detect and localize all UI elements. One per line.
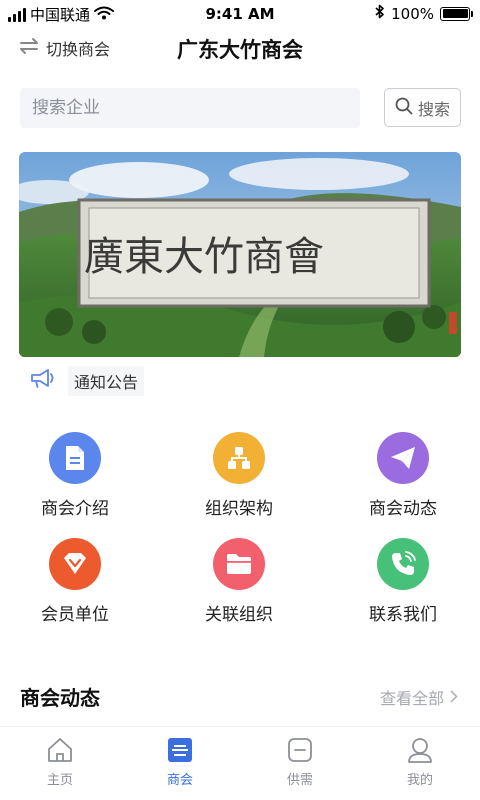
search-input[interactable] bbox=[20, 88, 360, 128]
grid-label: 商会动态 bbox=[369, 499, 437, 519]
battery-percent: 100% bbox=[391, 4, 434, 23]
banner-calligraphy: 廣東大竹商會 bbox=[84, 234, 324, 280]
swap-arrows-icon bbox=[18, 37, 40, 59]
megaphone-icon bbox=[28, 367, 58, 395]
grid-label: 商会介绍 bbox=[41, 499, 109, 519]
bluetooth-icon bbox=[375, 4, 385, 23]
grid-label: 组织架构 bbox=[205, 499, 273, 519]
chamber-icon bbox=[168, 738, 192, 762]
tab-label: 商会 bbox=[166, 773, 193, 788]
chevron-right-icon bbox=[450, 688, 458, 707]
battery-level bbox=[442, 9, 468, 18]
banner-carousel[interactable]: 廣東大竹商會 bbox=[19, 152, 461, 357]
phone-icon bbox=[392, 551, 416, 575]
folder-icon bbox=[227, 554, 251, 574]
grid-label: 联系我们 bbox=[369, 605, 437, 625]
view-all-link[interactable]: 查看全部 bbox=[380, 685, 458, 709]
banner-image: 廣東大竹商會 bbox=[19, 152, 461, 357]
grid-icon-circle bbox=[377, 432, 429, 484]
grid-icon-circle bbox=[377, 538, 429, 590]
notice-bar[interactable]: 通知公告 bbox=[28, 366, 145, 396]
supply-demand-icon bbox=[288, 738, 312, 762]
view-all-label: 查看全部 bbox=[379, 689, 444, 708]
grid-icon-circle bbox=[213, 538, 265, 590]
tab-label: 我的 bbox=[406, 773, 433, 788]
tab-bar: 主页 商会 供需 我的 bbox=[0, 726, 480, 800]
grid-item-chamber-intro[interactable]: 商会介绍 bbox=[5, 432, 145, 519]
tab-label: 供需 bbox=[286, 773, 313, 788]
org-structure-icon bbox=[228, 447, 250, 469]
header: 切换商会 广东大竹商会 bbox=[0, 28, 480, 72]
diamond-icon bbox=[64, 553, 86, 574]
tab-label: 主页 bbox=[46, 773, 73, 788]
grid-item-org-structure[interactable]: 组织架构 bbox=[169, 432, 309, 519]
search-button-label: 搜索 bbox=[417, 99, 450, 119]
paper-plane-icon bbox=[391, 447, 415, 469]
status-bar: 中国联通 9:41 AM 100% bbox=[0, 0, 480, 28]
switch-chamber-button[interactable]: 切换商会 bbox=[18, 36, 110, 60]
grid-item-member-units[interactable]: 会员单位 bbox=[5, 538, 145, 625]
tab-supply-demand[interactable]: 供需 bbox=[240, 727, 360, 800]
section-title: 商会动态 bbox=[20, 686, 100, 710]
grid-item-contact-us[interactable]: 联系我们 bbox=[333, 538, 473, 625]
grid-icon-circle bbox=[213, 432, 265, 484]
search-icon bbox=[395, 97, 413, 119]
grid-label: 会员单位 bbox=[41, 605, 109, 625]
status-right: 100% bbox=[375, 4, 473, 23]
switch-chamber-label: 切换商会 bbox=[46, 40, 111, 59]
tab-home[interactable]: 主页 bbox=[0, 727, 120, 800]
grid-icon-circle bbox=[49, 538, 101, 590]
battery-icon bbox=[440, 6, 473, 21]
tab-chamber[interactable]: 商会 bbox=[120, 727, 240, 800]
profile-icon bbox=[408, 738, 432, 763]
tab-profile[interactable]: 我的 bbox=[360, 727, 480, 800]
home-icon bbox=[48, 738, 72, 762]
grid-label: 关联组织 bbox=[205, 605, 273, 625]
search-button[interactable]: 搜索 bbox=[384, 88, 461, 127]
grid-item-chamber-news[interactable]: 商会动态 bbox=[333, 432, 473, 519]
notice-label: 通知公告 bbox=[68, 366, 145, 396]
grid-item-related-orgs[interactable]: 关联组织 bbox=[169, 538, 309, 625]
grid-icon-circle bbox=[49, 432, 101, 484]
document-icon bbox=[66, 446, 84, 470]
